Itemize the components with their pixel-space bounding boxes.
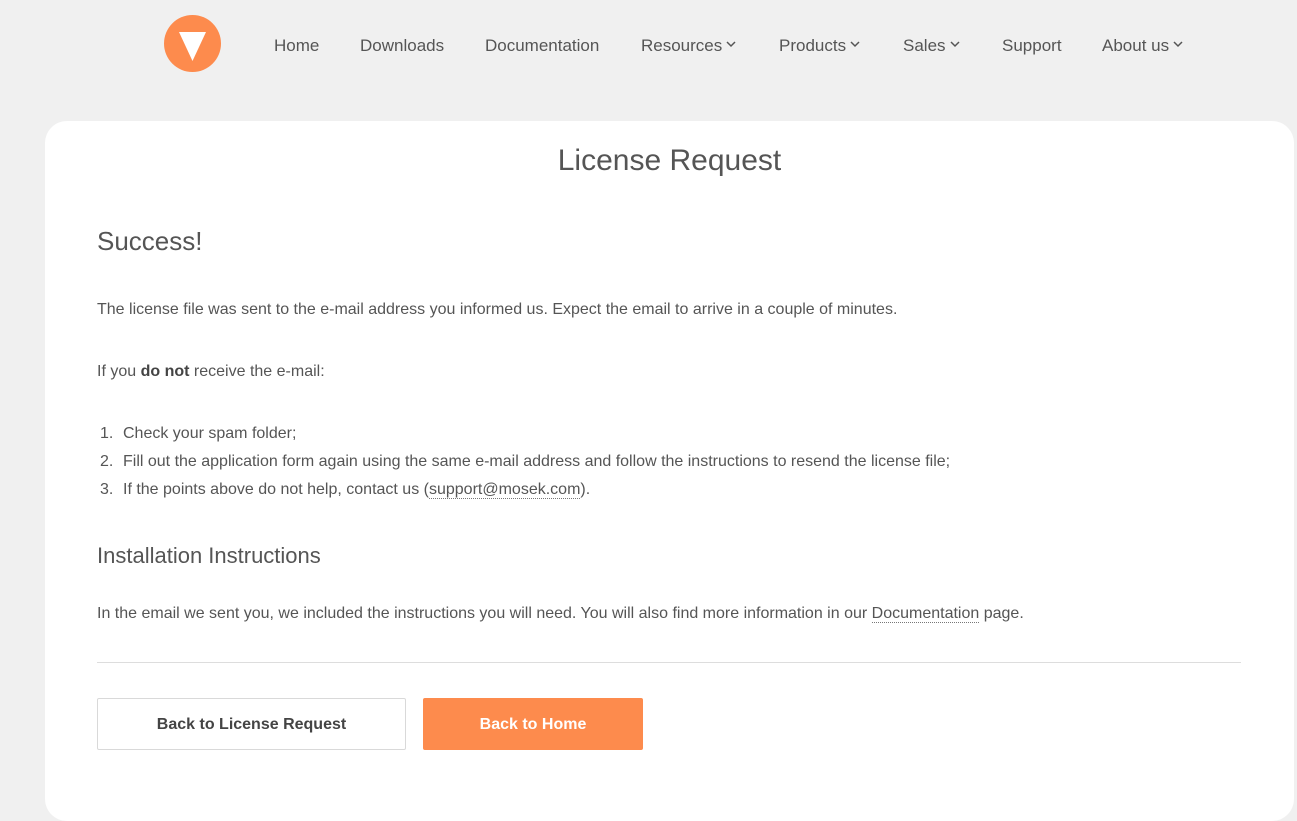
list-item: 1. Check your spam folder; xyxy=(97,424,950,452)
nav-documentation[interactable]: Documentation xyxy=(485,35,599,57)
installation-heading: Installation Instructions xyxy=(97,543,321,568)
content-card: License Request Success! The license fil… xyxy=(45,121,1294,821)
list-item-number: 2. xyxy=(100,453,114,470)
chevron-down-icon xyxy=(726,41,736,48)
back-to-license-request-button[interactable]: Back to License Request xyxy=(97,698,406,750)
success-heading: Success! xyxy=(97,226,203,256)
divider xyxy=(97,662,1241,663)
support-email-link[interactable]: support@mosek.com xyxy=(428,481,581,499)
chevron-down-icon xyxy=(950,41,960,48)
steps-list: 1. Check your spam folder; 2. Fill out the… xyxy=(97,424,950,508)
nav-about-us[interactable]: About us xyxy=(1102,35,1183,57)
if-not-received-text: If you do not receive the e-mail: xyxy=(97,362,325,382)
sent-message: The license file was sent to the e-mail … xyxy=(97,301,898,318)
nav-resources-label: Resources xyxy=(641,36,723,55)
nav-home[interactable]: Home xyxy=(274,35,319,57)
list-item-text: Fill out the application form again usin… xyxy=(123,453,951,470)
list-item-number: 3. xyxy=(100,481,114,498)
installation-text-after: page. xyxy=(983,605,1024,622)
page-title: License Request xyxy=(557,144,782,177)
list-item: 3. If the points above do not help, conta… xyxy=(97,480,950,508)
if-not-prefix: If you xyxy=(97,363,137,380)
chevron-down-icon xyxy=(850,41,860,48)
list-item-text: Check your spam folder; xyxy=(123,425,297,442)
chevron-down-icon xyxy=(1173,41,1183,48)
nav-support[interactable]: Support xyxy=(1002,35,1062,57)
nav-products[interactable]: Products xyxy=(779,35,860,57)
nav-about-us-label: About us xyxy=(1102,36,1170,55)
back-to-home-button[interactable]: Back to Home xyxy=(423,698,643,750)
nav-downloads[interactable]: Downloads xyxy=(360,35,444,57)
if-not-bold: do not xyxy=(140,363,190,380)
nav-products-label: Products xyxy=(779,36,847,55)
nav-sales[interactable]: Sales xyxy=(903,35,960,57)
site-header: Home Downloads Documentation Resources P… xyxy=(0,0,1297,90)
mosek-logo-icon[interactable] xyxy=(164,15,221,72)
installation-text: In the email we sent you, we included th… xyxy=(97,604,1024,624)
list-item-text-before: If the points above do not help, contact… xyxy=(123,481,429,498)
list-item: 2. Fill out the application form again us… xyxy=(97,452,950,480)
if-not-suffix: receive the e-mail: xyxy=(193,363,325,380)
list-item-text-after: ). xyxy=(580,481,591,498)
nav-resources[interactable]: Resources xyxy=(641,35,736,57)
list-item-number: 1. xyxy=(100,425,114,442)
installation-text-before: In the email we sent you, we included th… xyxy=(97,605,868,622)
nav-sales-label: Sales xyxy=(903,36,946,55)
documentation-link[interactable]: Documentation xyxy=(871,605,980,623)
